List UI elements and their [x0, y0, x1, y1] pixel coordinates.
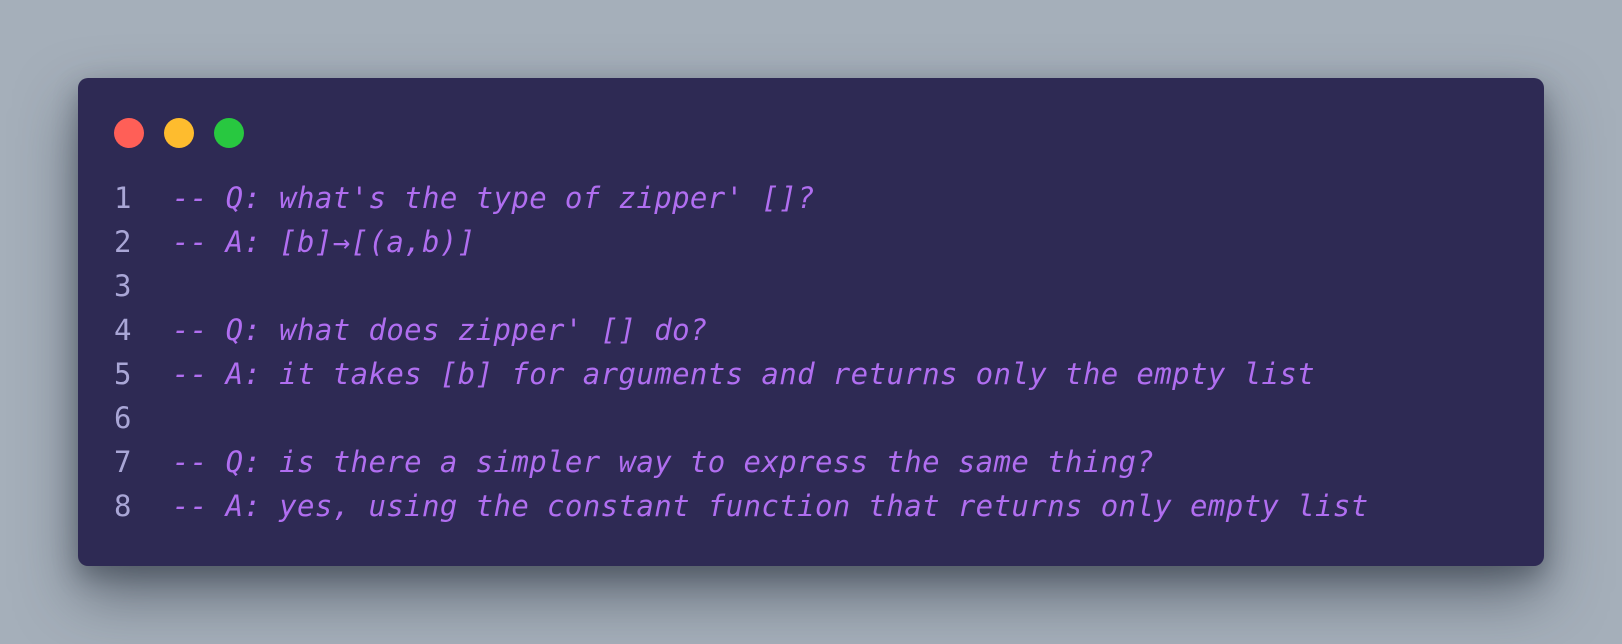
line-number: 8 [114, 489, 132, 523]
close-dot-icon[interactable] [114, 118, 144, 148]
maximize-dot-icon[interactable] [214, 118, 244, 148]
line-number: 2 [114, 225, 132, 259]
code-comment: -- A: it takes [b] for arguments and ret… [172, 357, 1316, 391]
code-block: 1 -- Q: what's the type of zipper' []? 2… [114, 176, 1524, 528]
code-line: 2 -- A: [b]→[(a,b)] [114, 220, 1524, 264]
code-line: 3 [114, 264, 1524, 308]
code-line: 1 -- Q: what's the type of zipper' []? [114, 176, 1524, 220]
line-number: 5 [114, 357, 132, 391]
line-number: 4 [114, 313, 132, 347]
line-number: 1 [114, 181, 132, 215]
window-controls [114, 118, 244, 148]
code-line: 8 -- A: yes, using the constant function… [114, 484, 1524, 528]
code-line: 6 [114, 396, 1524, 440]
code-line: 5 -- A: it takes [b] for arguments and r… [114, 352, 1524, 396]
minimize-dot-icon[interactable] [164, 118, 194, 148]
code-comment: -- Q: what's the type of zipper' []? [172, 181, 815, 215]
code-comment: -- Q: what does zipper' [] do? [172, 313, 708, 347]
line-number: 3 [114, 269, 132, 303]
line-number: 6 [114, 401, 132, 435]
code-line: 7 -- Q: is there a simpler way to expres… [114, 440, 1524, 484]
code-comment: -- Q: is there a simpler way to express … [172, 445, 1155, 479]
code-comment: -- A: [b]→[(a,b)] [172, 225, 476, 259]
line-number: 7 [114, 445, 132, 479]
code-comment: -- A: yes, using the constant function t… [172, 489, 1369, 523]
code-line: 4 -- Q: what does zipper' [] do? [114, 308, 1524, 352]
code-window: 1 -- Q: what's the type of zipper' []? 2… [78, 78, 1544, 566]
